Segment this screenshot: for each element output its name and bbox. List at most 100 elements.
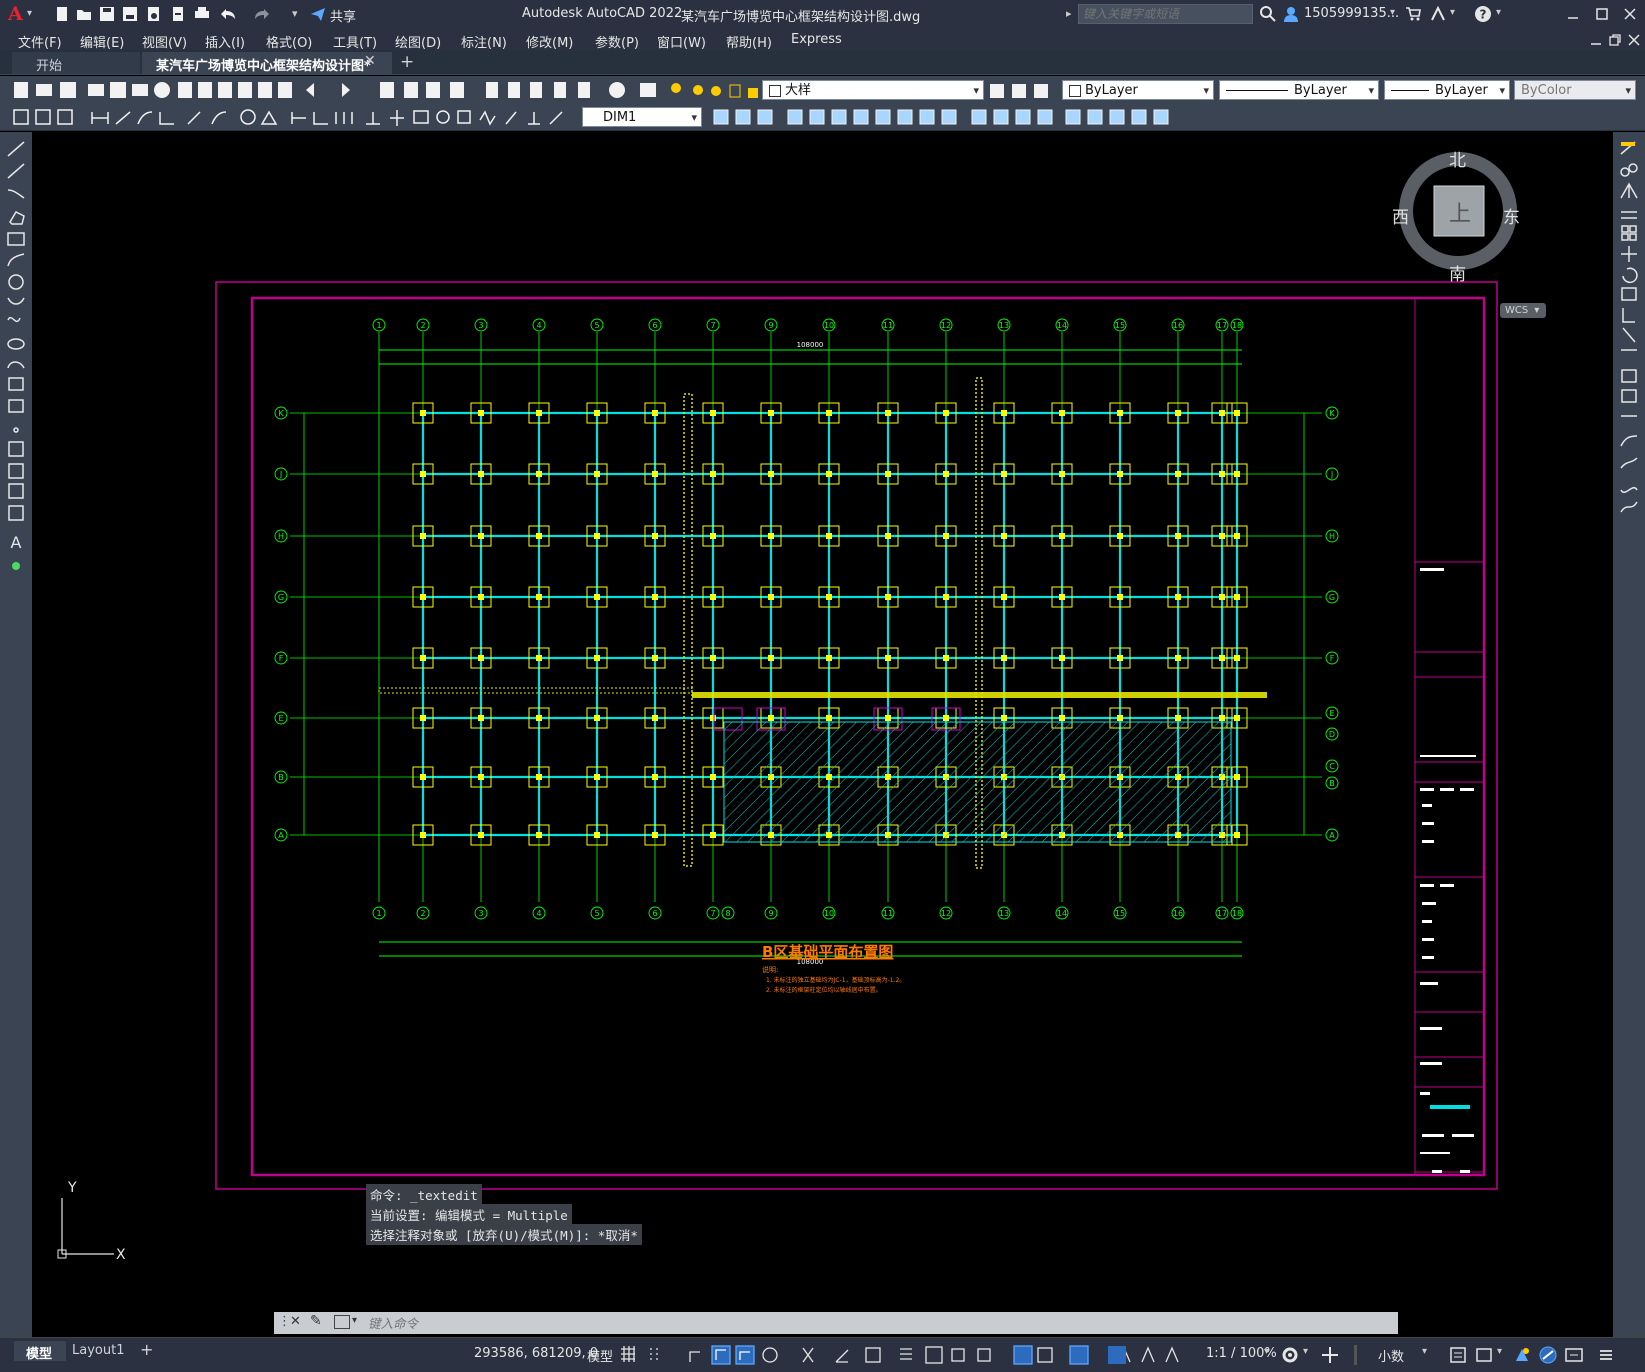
- maximize-icon[interactable]: [1594, 6, 1610, 22]
- search-expand-icon[interactable]: ▸: [1066, 7, 1072, 20]
- qat-undo-icon[interactable]: [220, 6, 236, 22]
- user-name[interactable]: 1505999135...: [1304, 6, 1399, 21]
- qat-redo-icon[interactable]: [254, 6, 270, 22]
- qat-open-icon[interactable]: [76, 6, 92, 22]
- layer-tools-icons[interactable]: [988, 82, 1054, 100]
- column: [420, 715, 426, 721]
- menu-express[interactable]: Express: [791, 32, 842, 47]
- modify-vertical-icons[interactable]: [1613, 132, 1645, 552]
- command-input[interactable]: [366, 1314, 1390, 1334]
- minimize-icon[interactable]: [1565, 6, 1581, 22]
- search-input[interactable]: [1078, 4, 1253, 24]
- doc-minimize-icon[interactable]: [1589, 33, 1603, 47]
- clean-screen-icon[interactable]: [1564, 1345, 1584, 1365]
- hardware-acceleration-icon[interactable]: [1538, 1345, 1558, 1365]
- dimstyle-dropdown[interactable]: DIM1: [582, 107, 702, 128]
- layout1-tab[interactable]: Layout1: [72, 1343, 124, 1358]
- model-tab[interactable]: 模型: [14, 1341, 66, 1362]
- annotation-monitor-icon[interactable]: [1320, 1345, 1340, 1365]
- qat-saveas-icon[interactable]: [122, 6, 138, 22]
- qat-new-icon[interactable]: [54, 6, 70, 22]
- draw-toolbar-icons[interactable]: A: [0, 132, 32, 582]
- workspace-chevron-icon[interactable]: ▾: [1303, 1346, 1308, 1357]
- search-icon[interactable]: [1260, 6, 1276, 22]
- status-toggles-icons[interactable]: [618, 1344, 1198, 1368]
- share-icon[interactable]: [310, 6, 326, 22]
- qat-plot-icon[interactable]: [194, 6, 210, 22]
- menu-help[interactable]: 帮助(H): [726, 32, 772, 51]
- menu-parametric[interactable]: 参数(P): [595, 32, 639, 51]
- column: [420, 594, 426, 600]
- linetype-dropdown[interactable]: ByLayer: [1219, 80, 1379, 101]
- new-tab-button[interactable]: +: [400, 52, 414, 72]
- scale-chevron-icon[interactable]: ▾: [1264, 1346, 1269, 1357]
- qat-customize-icon[interactable]: ▾: [292, 7, 298, 20]
- viewcube-north[interactable]: 北: [1449, 146, 1466, 171]
- menu-format[interactable]: 格式(O): [266, 32, 312, 51]
- wcs-menu[interactable]: WCS ▾: [1500, 303, 1546, 318]
- standard-toolbar-icons[interactable]: [0, 76, 690, 104]
- user-icon[interactable]: [1283, 6, 1299, 22]
- app-menu-chevron-icon[interactable]: ▾: [27, 8, 32, 19]
- workspace-gear-icon[interactable]: [1280, 1345, 1300, 1365]
- drawing-canvas[interactable]: 1 2 3 4 5 6 7 9 10 11 12 13 14 15 16 17 18 1 2 3 4 5 6 7 8 9 10 11 1…: [32, 132, 1613, 1337]
- command-close-icon[interactable]: ✕: [290, 1314, 301, 1329]
- menu-view[interactable]: 视图(V): [142, 32, 187, 51]
- customize-status-icon[interactable]: [1596, 1345, 1616, 1365]
- lineweight-dropdown[interactable]: ByLayer: [1384, 80, 1510, 101]
- grid-label-right: J: [1330, 470, 1333, 479]
- column: [1059, 594, 1065, 600]
- command-recent-chevron-icon[interactable]: ▾: [352, 1315, 357, 1326]
- model-space-button[interactable]: 模型: [587, 1346, 613, 1365]
- menu-tools[interactable]: 工具(T): [333, 32, 377, 51]
- doc-close-icon[interactable]: [1627, 33, 1641, 47]
- menu-modify[interactable]: 修改(M): [526, 32, 573, 51]
- grid-label-bottom: 8: [725, 909, 730, 918]
- viewcube-west[interactable]: 西: [1392, 203, 1409, 228]
- menu-insert[interactable]: 插入(I): [205, 32, 245, 51]
- lock-ui-icon[interactable]: [1474, 1345, 1494, 1365]
- viewcube[interactable]: 上 北 南 西 东: [1392, 146, 1522, 285]
- qat-web-icon[interactable]: [146, 6, 162, 22]
- qat-publish-icon[interactable]: [170, 6, 186, 22]
- help-chevron-icon[interactable]: ▾: [1496, 7, 1501, 18]
- plotstyle-dropdown[interactable]: ByColor: [1514, 80, 1636, 101]
- coordinates-readout[interactable]: 293586, 681209, 0: [474, 1346, 598, 1361]
- close-icon[interactable]: [1622, 6, 1638, 22]
- cart-icon[interactable]: [1405, 6, 1421, 22]
- color-dropdown[interactable]: ByLayer: [1062, 80, 1214, 101]
- viewcube-east[interactable]: 东: [1503, 203, 1520, 228]
- menu-file[interactable]: 文件(F): [18, 32, 62, 51]
- layer-state-icons[interactable]: [690, 82, 762, 100]
- command-customize-icon[interactable]: ✎: [310, 1313, 322, 1329]
- exchange-icon[interactable]: [1430, 5, 1446, 22]
- layer-dropdown[interactable]: 大样: [762, 80, 984, 101]
- command-recent-icon[interactable]: [334, 1315, 350, 1329]
- viewcube-south[interactable]: 南: [1449, 260, 1466, 285]
- exchange-chevron-icon[interactable]: ▾: [1450, 7, 1455, 18]
- menu-window[interactable]: 窗口(W): [657, 32, 706, 51]
- qat-save-icon[interactable]: [99, 6, 115, 22]
- quick-properties-icon[interactable]: [1448, 1345, 1468, 1365]
- doc-restore-icon[interactable]: [1608, 33, 1622, 47]
- share-button[interactable]: 共享: [330, 6, 356, 25]
- dimension-toolbar-icons[interactable]: [0, 104, 580, 130]
- units-chevron-icon[interactable]: ▾: [1422, 1346, 1427, 1357]
- modify-toolbar-icons[interactable]: [706, 104, 1226, 130]
- menu-edit[interactable]: 编辑(E): [80, 32, 124, 51]
- tab-active-drawing[interactable]: 某汽车广场博览中心框架结构设计图* ✕: [142, 52, 392, 74]
- user-chevron-icon[interactable]: ▾: [1390, 7, 1395, 18]
- column: [885, 594, 891, 600]
- add-layout-button[interactable]: +: [140, 1340, 153, 1359]
- units-dropdown[interactable]: 小数: [1378, 1346, 1404, 1365]
- viewcube-top-face[interactable]: 上: [1449, 196, 1471, 228]
- tab-start[interactable]: 开始: [12, 52, 140, 74]
- lock-ui-chevron-icon[interactable]: ▾: [1497, 1346, 1502, 1357]
- grid-label-top: 12: [941, 321, 951, 330]
- help-icon[interactable]: ?: [1475, 6, 1491, 22]
- autocad-logo-icon[interactable]: A: [8, 3, 23, 25]
- menu-dimension[interactable]: 标注(N): [461, 32, 507, 51]
- isolate-objects-icon[interactable]: [1512, 1345, 1532, 1365]
- tab-close-icon[interactable]: ✕: [364, 53, 376, 69]
- menu-draw[interactable]: 绘图(D): [395, 32, 441, 51]
